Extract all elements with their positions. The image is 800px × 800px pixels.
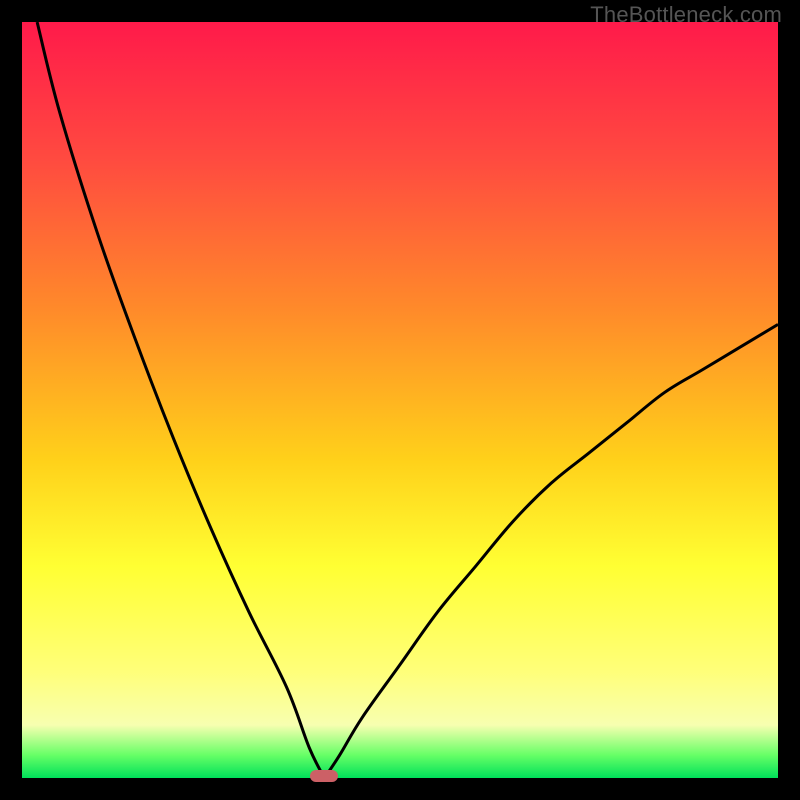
- plot-area: [22, 22, 778, 778]
- curve-right: [324, 324, 778, 778]
- minimum-marker: [310, 770, 338, 782]
- curve-left: [37, 22, 324, 778]
- curve-svg: [22, 22, 778, 778]
- chart-frame: TheBottleneck.com: [0, 0, 800, 800]
